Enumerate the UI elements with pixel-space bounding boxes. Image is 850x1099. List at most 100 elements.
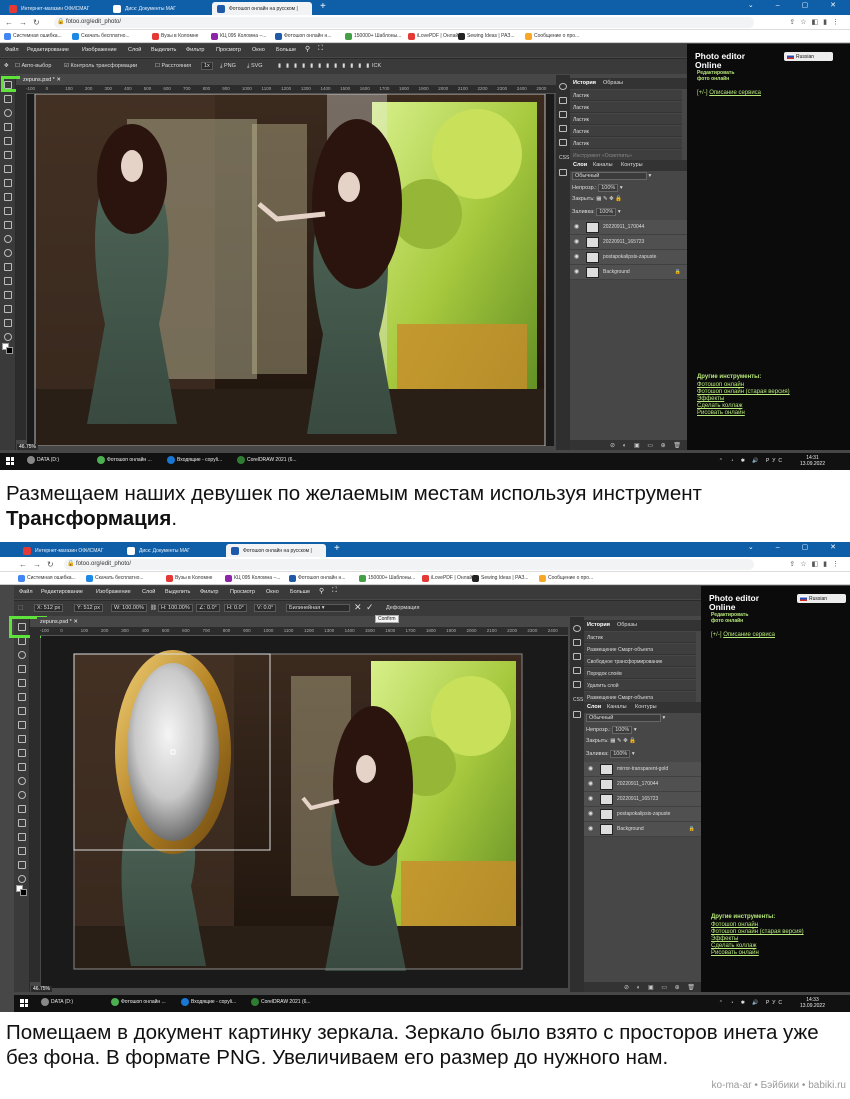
hand-tool-icon[interactable] bbox=[4, 319, 12, 327]
paragraph-icon[interactable] bbox=[559, 139, 567, 146]
tab-channels[interactable]: Каналы bbox=[593, 162, 613, 168]
taskbar-app[interactable]: Фотошоп онлайн ... bbox=[111, 998, 166, 1006]
menu-item[interactable]: Окно bbox=[266, 589, 279, 595]
lasso-tool-icon[interactable] bbox=[18, 651, 26, 659]
menu-item[interactable]: Изображение bbox=[96, 589, 131, 595]
visibility-eye-icon[interactable]: ◉ bbox=[574, 238, 579, 245]
menu-item[interactable]: Редактирование bbox=[27, 47, 69, 53]
taskbar-app[interactable]: DATA (D:) bbox=[41, 998, 73, 1006]
dodge-tool-icon[interactable] bbox=[4, 249, 12, 257]
browser-tab[interactable]: Диск: Документы МАГ bbox=[122, 544, 222, 557]
bookmark[interactable]: КЦ 095 Коломна –... bbox=[211, 33, 266, 40]
menu-item[interactable]: Выделить bbox=[165, 589, 190, 595]
history-item[interactable]: Свободное трансформирование bbox=[584, 656, 696, 667]
tab-swatches[interactable]: Образы bbox=[617, 622, 637, 628]
magic-wand-icon[interactable] bbox=[4, 123, 12, 131]
layer-row[interactable]: ◉ 20220911_165723 bbox=[584, 792, 701, 807]
bookmark[interactable]: Фотошоп онлайн н... bbox=[289, 575, 346, 582]
pen-tool-icon[interactable] bbox=[18, 819, 26, 827]
blur-tool-icon[interactable] bbox=[18, 777, 26, 785]
link-effects[interactable]: Эффекты bbox=[697, 396, 724, 402]
link-photoshop-old[interactable]: Фотошоп онлайн (старая версия) bbox=[711, 929, 804, 935]
browser-actions[interactable]: ⇪☆◧▮⋮ bbox=[789, 18, 844, 26]
service-description-link[interactable]: [+/-] Описание сервиса bbox=[697, 90, 761, 96]
healing-brush-icon[interactable] bbox=[18, 707, 26, 715]
marquee-tool-icon[interactable] bbox=[4, 95, 12, 103]
gradient-tool-icon[interactable] bbox=[4, 221, 12, 229]
language-select[interactable]: Russian bbox=[784, 52, 833, 61]
visibility-eye-icon[interactable]: ◉ bbox=[588, 795, 593, 802]
gradient-tool-icon[interactable] bbox=[18, 763, 26, 771]
bookmark[interactable]: Скачать бесплатно... bbox=[86, 575, 144, 582]
tab-history[interactable]: История bbox=[587, 622, 610, 628]
menu-item[interactable]: Фильтр bbox=[186, 47, 204, 53]
menu-item[interactable]: Слой bbox=[142, 589, 155, 595]
search-icon[interactable]: ⚲ bbox=[319, 587, 324, 595]
url-input[interactable]: 🔒 fotoo.org/edit_photo/ bbox=[64, 559, 754, 570]
tray-clock[interactable]: 14:31 13.09.2022 bbox=[800, 455, 825, 467]
menu-item[interactable]: Выделить bbox=[151, 47, 176, 53]
tray-clock[interactable]: 14:33 13.09.2022 bbox=[800, 997, 825, 1009]
brush-settings-icon[interactable] bbox=[573, 653, 581, 660]
history-item[interactable]: Ластик bbox=[570, 90, 682, 101]
opacity-control[interactable]: Непрозр.: 100% ▾ bbox=[586, 726, 637, 734]
link-photoshop-online[interactable]: Фотошоп онлайн bbox=[711, 922, 758, 928]
zoom-tool-icon[interactable] bbox=[4, 333, 12, 341]
url-input[interactable]: 🔒 fotoo.org/edit_photo/ bbox=[54, 17, 754, 28]
reload-icon[interactable]: ↻ bbox=[33, 18, 40, 27]
menu-item[interactable]: Слой bbox=[128, 47, 141, 53]
swatches-icon[interactable] bbox=[573, 639, 581, 646]
h-skew-field[interactable]: H: 0.0° bbox=[224, 604, 247, 612]
export-png-button[interactable]: ⤓ PNG bbox=[220, 63, 236, 70]
windows-start-icon[interactable] bbox=[6, 457, 14, 465]
layer-row[interactable]: ◉ mirror-transparent-gold bbox=[584, 762, 701, 777]
bookmark[interactable]: Фотошоп онлайн н... bbox=[275, 33, 332, 40]
brush-settings-icon[interactable] bbox=[559, 111, 567, 118]
info-icon[interactable] bbox=[559, 83, 567, 90]
layer-row[interactable]: ◉ 20220911_170044 bbox=[570, 220, 687, 235]
layers-footer-icons[interactable]: ⊘ ◐ ▣ ▭ ⊕ 🗑 bbox=[570, 440, 687, 450]
blend-mode-select[interactable]: Обычный ▾ bbox=[586, 714, 665, 722]
forward-icon[interactable]: → bbox=[33, 560, 41, 569]
fullscreen-icon[interactable]: ⛶ bbox=[332, 587, 337, 595]
taskbar-app[interactable]: Входящие - copyli... bbox=[167, 456, 222, 464]
opacity-control[interactable]: Непрозр.: 100% ▾ bbox=[572, 184, 623, 192]
history-item[interactable]: Удалить слой bbox=[584, 680, 696, 691]
link-effects[interactable]: Эффекты bbox=[711, 936, 738, 942]
character-icon[interactable] bbox=[559, 125, 567, 132]
visibility-eye-icon[interactable]: ◉ bbox=[588, 810, 593, 817]
menu-item[interactable]: Фильтр bbox=[200, 589, 218, 595]
tab-layers[interactable]: Слои bbox=[587, 704, 601, 710]
language-select[interactable]: Russian bbox=[797, 594, 846, 603]
bookmark[interactable]: Сообщение о про... bbox=[525, 33, 579, 40]
taskbar-app[interactable]: CorelDRAW 2021 (6... bbox=[251, 998, 311, 1006]
browser-tab-active[interactable]: Фотошоп онлайн на русском | bbox=[226, 544, 326, 557]
menu-item[interactable]: Окно bbox=[252, 47, 265, 53]
tab-paths[interactable]: Контуры bbox=[621, 162, 643, 168]
bookmark[interactable]: Sewing Ideas | РАЗ... bbox=[458, 33, 515, 40]
fill-control[interactable]: Заливка: 100% ▾ bbox=[572, 208, 621, 216]
lasso-tool-icon[interactable] bbox=[4, 109, 12, 117]
taskbar-app[interactable]: Входящие - copyli... bbox=[181, 998, 236, 1006]
browser-actions[interactable]: ⇪☆◧▮⋮ bbox=[789, 560, 844, 568]
visibility-eye-icon[interactable]: ◉ bbox=[588, 765, 593, 772]
history-item[interactable]: Ластик bbox=[570, 138, 682, 149]
tab-channels[interactable]: Каналы bbox=[607, 704, 627, 710]
crop-tool-icon[interactable] bbox=[18, 679, 26, 687]
bookmark[interactable]: Вузы в Коломне bbox=[152, 33, 198, 40]
pen-tool-icon[interactable] bbox=[4, 277, 12, 285]
layer-row[interactable]: ◉ 20220911_165723 bbox=[570, 235, 687, 250]
fullscreen-icon[interactable]: ⛶ bbox=[318, 45, 323, 53]
menu-item[interactable]: Изображение bbox=[82, 47, 117, 53]
lock-control[interactable]: Закрыть: ▦ ✎ ✥ 🔒 bbox=[572, 196, 622, 202]
history-item[interactable]: Ластик bbox=[570, 114, 682, 125]
paragraph-icon[interactable] bbox=[573, 681, 581, 688]
bookmark[interactable]: 150000+ Шаблоны... bbox=[345, 33, 401, 40]
angle-field[interactable]: ∠: 0.0° bbox=[196, 604, 220, 612]
v-skew-field[interactable]: V: 0.0° bbox=[254, 604, 277, 612]
blur-tool-icon[interactable] bbox=[4, 235, 12, 243]
new-tab-icon[interactable]: + bbox=[320, 1, 326, 12]
menu-item[interactable]: Просмотр bbox=[230, 589, 255, 595]
document-tab[interactable]: zepuns.psd * ✕ bbox=[37, 617, 83, 627]
visibility-eye-icon[interactable]: ◉ bbox=[574, 268, 579, 275]
